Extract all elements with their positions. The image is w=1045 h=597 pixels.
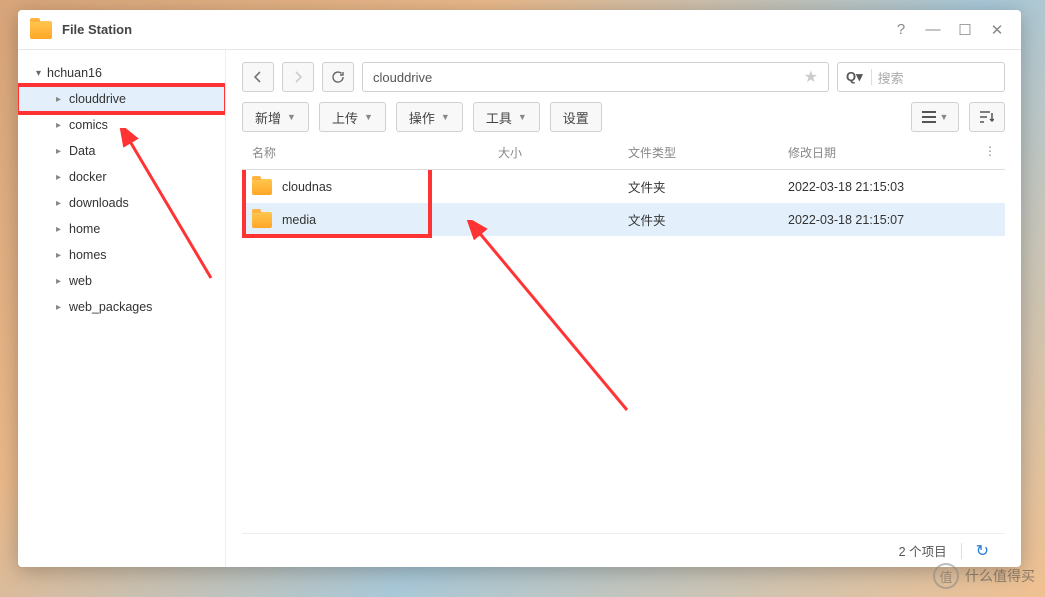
path-text: clouddrive [373,70,432,85]
file-list: cloudnas文件夹2022-03-18 21:15:03media文件夹20… [242,170,1005,533]
tools-button[interactable]: 工具▼ [473,102,540,132]
sidebar-item-home[interactable]: home [18,216,225,242]
search-scope-icon[interactable]: Q▾ [846,69,863,85]
refresh-icon[interactable]: ↻ [976,541,989,561]
folder-icon [252,179,272,195]
file-name: media [282,213,316,227]
sidebar-item-docker[interactable]: docker [18,164,225,190]
settings-button[interactable]: 设置 [550,102,602,132]
col-header-size[interactable]: 大小 [498,144,628,161]
search-input[interactable]: Q▾ 搜索 [837,62,1005,92]
reload-button[interactable] [322,62,354,92]
minimize-button[interactable]: — [925,22,941,38]
table-row[interactable]: media 文件夹2022-03-18 21:15:07 [242,203,1005,236]
file-date: 2022-03-18 21:15:07 [788,213,975,227]
col-header-date[interactable]: 修改日期 [788,144,975,161]
window-body: hchuan16 clouddrivecomicsDatadockerdownl… [18,50,1021,567]
file-date: 2022-03-18 21:15:03 [788,180,975,194]
sidebar-item-data[interactable]: Data [18,138,225,164]
col-header-type[interactable]: 文件类型 [628,144,788,161]
titlebar: File Station ? — ☐ ✕ [18,10,1021,50]
app-icon [30,21,52,39]
sidebar-item-clouddrive[interactable]: clouddrive [18,86,225,112]
watermark-text: 什么值得买 [965,566,1035,586]
file-name: cloudnas [282,180,332,194]
new-button[interactable]: 新增▼ [242,102,309,132]
favorite-icon[interactable]: ★ [804,67,818,87]
item-count: 2 个项目 [899,541,947,560]
folder-icon [252,212,272,228]
sidebar-item-downloads[interactable]: downloads [18,190,225,216]
back-button[interactable] [242,62,274,92]
table-row[interactable]: cloudnas 文件夹2022-03-18 21:15:03 [242,170,1005,203]
annotation-arrow [467,220,637,420]
toolbar-nav: clouddrive ★ Q▾ 搜索 [242,62,1005,92]
window-title: File Station [62,22,893,37]
main-panel: clouddrive ★ Q▾ 搜索 新增▼ 上传▼ 操作▼ 工具▼ 设置 [226,50,1021,567]
sidebar-item-homes[interactable]: homes [18,242,225,268]
close-button[interactable]: ✕ [989,22,1005,38]
sidebar-item-comics[interactable]: comics [18,112,225,138]
path-input[interactable]: clouddrive ★ [362,62,829,92]
list-header: 名称 大小 文件类型 修改日期 ⋮ [242,136,1005,170]
forward-button[interactable] [282,62,314,92]
help-button[interactable]: ? [893,22,909,38]
sidebar-item-web[interactable]: web [18,268,225,294]
toolbar-actions: 新增▼ 上传▼ 操作▼ 工具▼ 设置 ▼ [242,102,1005,132]
sidebar-item-web_packages[interactable]: web_packages [18,294,225,320]
statusbar: 2 个项目 ↻ [242,533,1005,567]
upload-button[interactable]: 上传▼ [319,102,386,132]
tree-root[interactable]: hchuan16 [18,60,225,86]
sidebar: hchuan16 clouddrivecomicsDatadockerdownl… [18,50,226,567]
file-type: 文件夹 [628,177,788,196]
file-station-window: File Station ? — ☐ ✕ hchuan16 clouddrive… [18,10,1021,567]
window-actions: ? — ☐ ✕ [893,22,1013,38]
search-placeholder: 搜索 [878,68,904,87]
sort-button[interactable] [969,102,1005,132]
col-header-name[interactable]: 名称 [242,144,498,161]
maximize-button[interactable]: ☐ [957,22,973,38]
column-menu-icon[interactable]: ⋮ [975,144,1005,161]
watermark: 值 什么值得买 [933,563,1035,589]
watermark-badge: 值 [933,563,959,589]
view-mode-button[interactable]: ▼ [911,102,959,132]
action-button[interactable]: 操作▼ [396,102,463,132]
file-type: 文件夹 [628,210,788,229]
